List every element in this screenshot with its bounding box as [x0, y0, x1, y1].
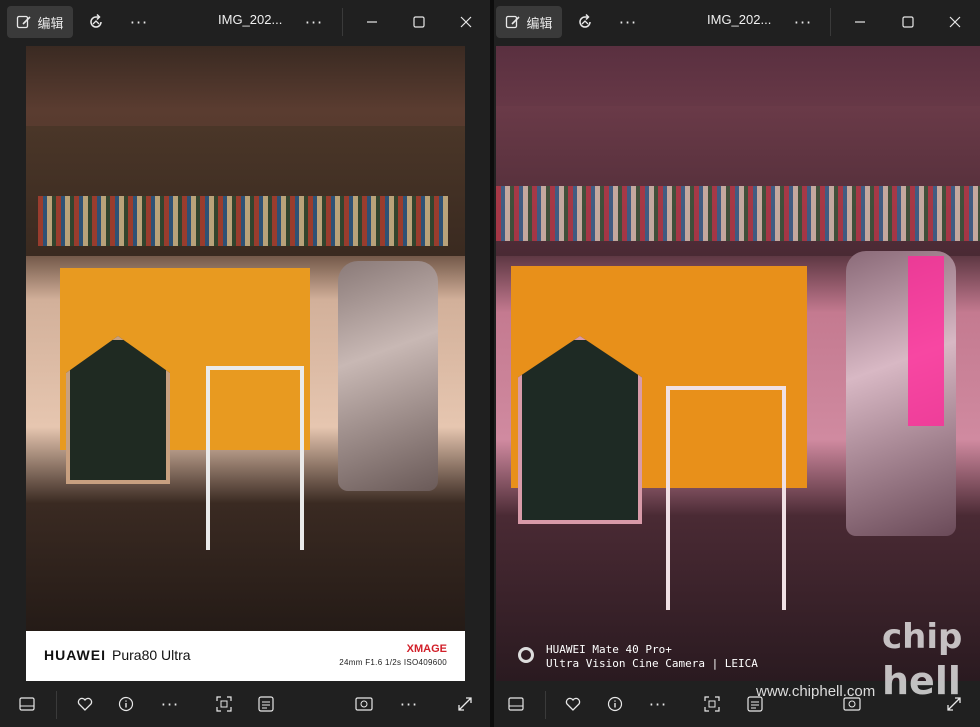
more-icon[interactable]: ··· — [789, 8, 817, 36]
edit-label: 编辑 — [37, 16, 64, 32]
photo-view[interactable]: HUAWEI Pura80 Ultra XMAGE 24mm F1.6 1/2s … — [26, 46, 465, 681]
more-icon[interactable]: ··· — [614, 8, 642, 36]
watermark-line1: HUAWEI Mate 40 Pro+ — [546, 643, 672, 656]
photo-view[interactable]: HUAWEI Mate 40 Pro+ Ultra Vision Cine Ca… — [496, 46, 980, 681]
title-bar: 编辑 ··· IMG_202... ··· — [0, 0, 490, 44]
more-icon[interactable]: ··· — [125, 8, 153, 36]
file-name: IMG_202... — [218, 12, 283, 27]
heart-icon — [77, 697, 93, 711]
image-icon — [355, 697, 373, 711]
expand-button[interactable] — [451, 690, 479, 718]
close-icon — [460, 16, 472, 28]
image-button[interactable] — [350, 690, 378, 718]
expand-icon — [458, 697, 472, 711]
info-button[interactable] — [112, 690, 140, 718]
divider — [830, 8, 831, 36]
xmage-x: X — [406, 643, 414, 655]
brand-bar: HUAWEI Pura80 Ultra XMAGE 24mm F1.6 1/2s … — [26, 631, 465, 681]
favorite-button[interactable] — [71, 690, 99, 718]
rotate-button[interactable] — [571, 8, 599, 36]
minimize-icon — [855, 21, 865, 23]
site-watermark: www.chiphell.com — [756, 683, 876, 700]
edit-icon — [506, 15, 521, 29]
crop-button[interactable] — [698, 690, 726, 718]
maximize-button[interactable] — [405, 8, 433, 36]
bottom-toolbar: ··· ··· — [0, 681, 490, 727]
minimize-button[interactable] — [846, 8, 874, 36]
maximize-icon — [413, 16, 425, 28]
text-extract-button[interactable] — [252, 690, 280, 718]
brand-name: HUAWEI — [44, 647, 106, 663]
camera-brand: HUAWEI Pura80 Ultra — [44, 647, 191, 663]
edit-icon — [17, 15, 32, 29]
divider — [56, 691, 57, 719]
filmstrip-button[interactable] — [13, 690, 41, 718]
more-icon[interactable]: ··· — [300, 8, 328, 36]
xmage-logo: XMAGE — [339, 643, 447, 655]
minimize-icon — [367, 21, 377, 23]
crop-button[interactable] — [210, 690, 238, 718]
rotate-icon — [579, 13, 591, 28]
text-extract-icon — [258, 696, 274, 712]
rotate-icon — [90, 13, 102, 28]
divider — [342, 8, 343, 36]
info-icon — [607, 696, 623, 712]
minimize-button[interactable] — [358, 8, 386, 36]
books — [496, 186, 980, 241]
file-name: IMG_202... — [707, 12, 772, 27]
edit-button[interactable]: 编辑 — [7, 6, 73, 38]
maximize-button[interactable] — [894, 8, 922, 36]
close-button[interactable] — [452, 8, 480, 36]
chair — [206, 366, 304, 550]
jacket — [338, 261, 438, 491]
xmage-block: XMAGE 24mm F1.6 1/2s ISO409600 — [339, 643, 447, 667]
svg-text:chip: chip — [882, 617, 962, 657]
close-button[interactable] — [941, 8, 969, 36]
rotate-button[interactable] — [82, 8, 110, 36]
exif-specs: 24mm F1.6 1/2s ISO409600 — [339, 658, 447, 667]
more-icon[interactable]: ··· — [644, 690, 672, 718]
divider — [545, 691, 546, 719]
info-button[interactable] — [601, 690, 629, 718]
xmage-rest: MAGE — [414, 643, 447, 655]
filmstrip-button[interactable] — [502, 690, 530, 718]
edit-label: 编辑 — [526, 16, 553, 32]
filmstrip-icon — [508, 697, 524, 711]
close-icon — [949, 16, 961, 28]
info-icon — [118, 696, 134, 712]
maximize-icon — [902, 16, 914, 28]
crop-icon — [216, 696, 232, 712]
more-icon[interactable]: ··· — [395, 690, 423, 718]
svg-text:hell: hell — [882, 659, 961, 703]
filmstrip-icon — [19, 697, 35, 711]
camera-watermark: HUAWEI Mate 40 Pro+ Ultra Vision Cine Ca… — [518, 643, 758, 671]
photos-window-left: 编辑 ··· IMG_202... ··· HUAWEI Pura80 Ultra… — [0, 0, 490, 727]
heart-icon — [565, 697, 581, 711]
title-bar: 编辑 ··· IMG_202... ··· — [494, 0, 980, 44]
watermark-line2: Ultra Vision Cine Camera | LEICA — [546, 657, 758, 670]
model-name: Pura80 Ultra — [112, 647, 191, 663]
chair — [666, 386, 786, 610]
leica-ring-icon — [518, 647, 534, 663]
crop-icon — [704, 696, 720, 712]
pink-dress — [908, 256, 944, 426]
books — [38, 196, 448, 246]
edit-button[interactable]: 编辑 — [496, 6, 562, 38]
more-icon[interactable]: ··· — [156, 690, 184, 718]
favorite-button[interactable] — [559, 690, 587, 718]
chiphell-logo: chip hell — [880, 614, 966, 704]
